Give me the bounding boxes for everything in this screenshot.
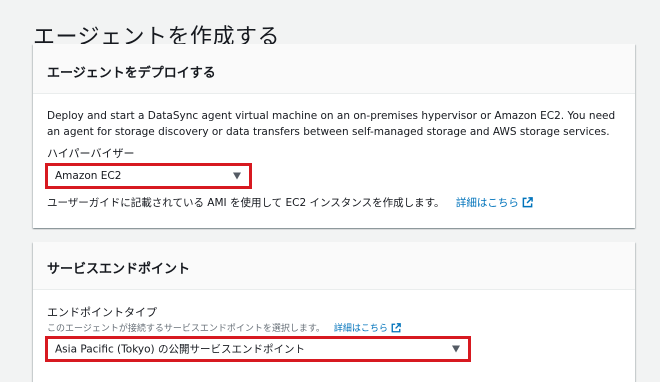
deploy-description: Deploy and start a DataSync agent virtua… — [47, 110, 616, 138]
chevron-down-icon — [452, 345, 460, 353]
deploy-panel-title: エージェントをデプロイする — [47, 66, 216, 81]
hypervisor-select[interactable]: Amazon EC2 — [45, 163, 252, 189]
service-endpoint-panel: サービスエンドポイント エンドポイントタイプ このエージェントが接続するサービス… — [33, 242, 635, 382]
endpoint-type-label: エンドポイントタイプ — [47, 306, 157, 319]
endpoint-type-description: このエージェントが接続するサービスエンドポイントを選択します。 — [47, 324, 325, 334]
hypervisor-label: ハイパーバイザー — [47, 147, 135, 160]
learn-more-link[interactable]: 詳細はこちら — [456, 197, 533, 209]
endpoint-learn-more-link[interactable]: 詳細はこちら — [333, 323, 401, 334]
endpoint-type-select[interactable]: Asia Pacific (Tokyo) の公開サービスエンドポイント — [45, 336, 471, 362]
deploy-panel-header: エージェントをデプロイする — [33, 44, 635, 94]
endpoint-type-select-value: Asia Pacific (Tokyo) の公開サービスエンドポイント — [55, 343, 305, 356]
external-link-icon — [522, 197, 533, 208]
endpoint-learn-more-label: 詳細はこちら — [333, 324, 388, 334]
external-link-icon — [391, 323, 401, 333]
endpoint-panel-title: サービスエンドポイント — [47, 262, 191, 277]
ami-note: ユーザーガイドに記載されている AMI を使用して EC2 インスタンスを作成し… — [47, 195, 533, 210]
hypervisor-select-value: Amazon EC2 — [55, 170, 122, 182]
chevron-down-icon — [233, 172, 241, 180]
endpoint-type-description-row: このエージェントが接続するサービスエンドポイントを選択します。 詳細はこちら — [47, 321, 401, 334]
endpoint-panel-header: サービスエンドポイント — [33, 242, 635, 290]
learn-more-link-label: 詳細はこちら — [455, 197, 519, 209]
ami-note-text: ユーザーガイドに記載されている AMI を使用して EC2 インスタンスを作成し… — [47, 197, 445, 209]
deploy-agent-panel: エージェントをデプロイする Deploy and start a DataSyn… — [33, 44, 635, 228]
